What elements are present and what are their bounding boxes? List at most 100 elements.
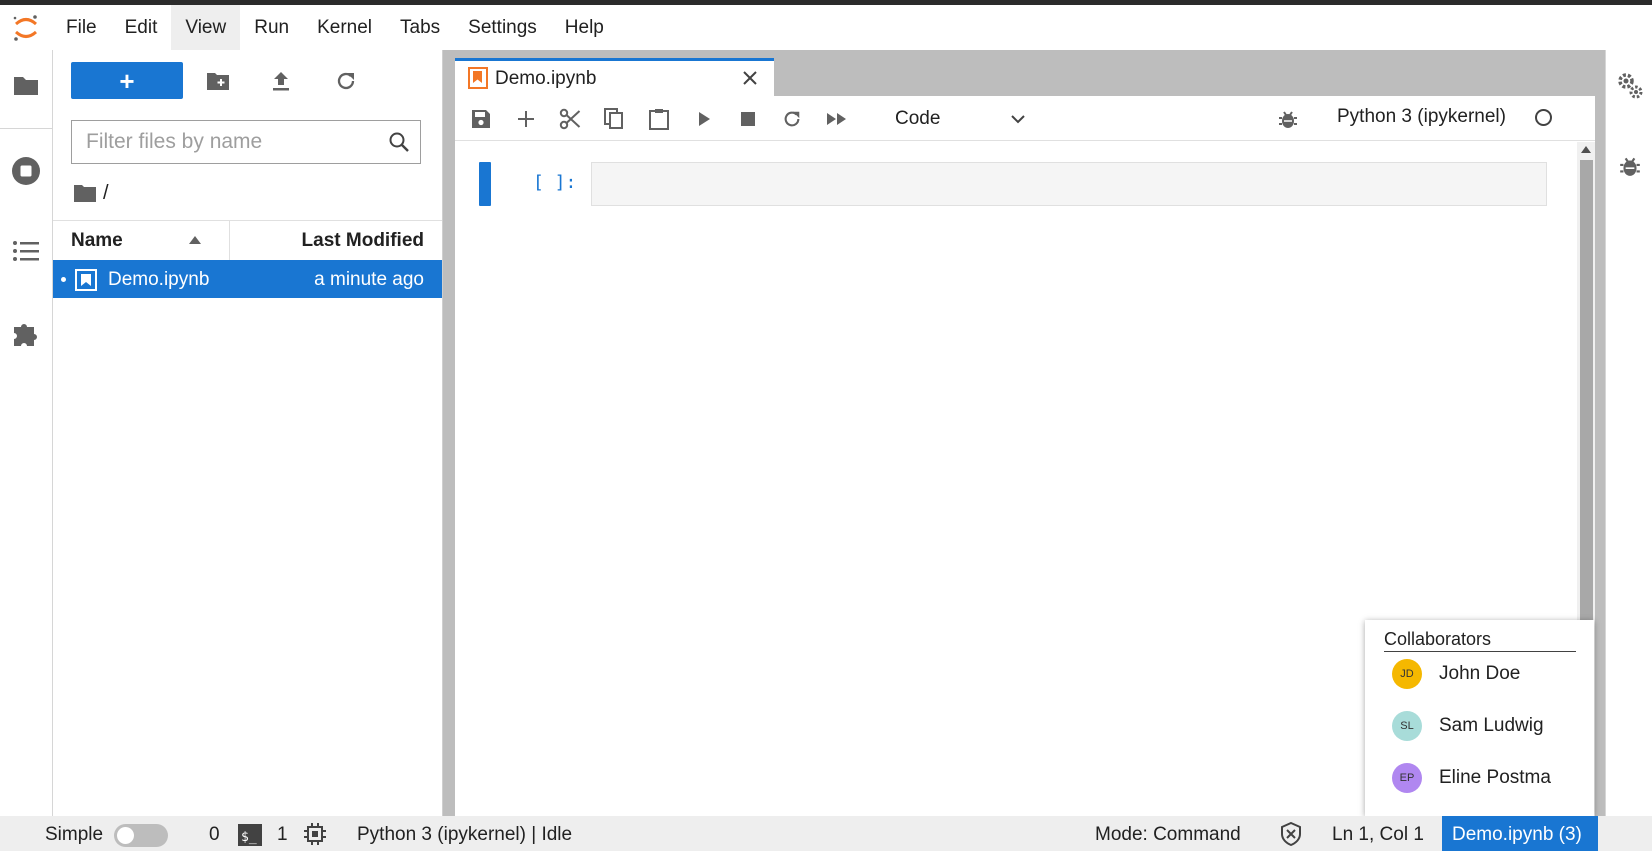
file-filter-input[interactable] [72, 129, 388, 155]
kernel-name[interactable]: Python 3 (ipykernel) [1337, 106, 1506, 128]
notebook-file-icon [468, 67, 488, 89]
running-indicator-icon [61, 277, 66, 282]
notebook-mode: Mode: Command [1095, 824, 1241, 845]
save-button[interactable] [464, 102, 498, 136]
cursor-position[interactable]: Ln 1, Col 1 [1332, 824, 1424, 846]
debugger-button[interactable] [1271, 102, 1305, 136]
new-launcher-button[interactable]: + [71, 62, 183, 99]
collaborator-name: Eline Postma [1439, 767, 1551, 788]
name-column-header[interactable]: Name [71, 230, 123, 252]
scroll-up-icon[interactable] [1581, 146, 1591, 153]
copy-cell-button[interactable] [597, 102, 631, 136]
puzzle-icon [14, 324, 37, 346]
jupyter-logo-icon [0, 5, 52, 50]
last-modified-column-header[interactable]: Last Modified [302, 230, 424, 252]
right-activity-bar [1605, 50, 1652, 816]
collaborator-item[interactable]: EP Eline Postma [1392, 761, 1551, 795]
restart-run-all-button[interactable] [820, 102, 854, 136]
simple-mode-label: Simple [45, 824, 104, 845]
menu-help[interactable]: Help [551, 5, 618, 50]
cut-icon [559, 108, 581, 130]
file-modified: a minute ago [314, 269, 424, 290]
upload-button[interactable] [264, 64, 298, 98]
run-cell-button[interactable] [687, 102, 721, 136]
bug-icon [1279, 111, 1297, 128]
chip-icon[interactable] [304, 823, 326, 845]
kernel-count[interactable]: 1 [277, 824, 288, 846]
folder-icon[interactable] [73, 183, 97, 203]
svg-text:$_: $_ [241, 830, 257, 845]
notebook-toolbar: Code Python 3 (ipykernel) [455, 96, 1595, 141]
refresh-icon [337, 72, 355, 90]
file-browser-panel: + / Name Last Modified Demo.ipynb a minu… [53, 50, 443, 816]
file-list-header: Name Last Modified [53, 220, 442, 262]
refresh-button[interactable] [329, 64, 363, 98]
running-sessions-tab[interactable] [0, 136, 52, 206]
folder-icon [14, 77, 38, 95]
menu-bar: File Edit View Run Kernel Tabs Settings … [0, 5, 1652, 50]
collaborator-name: John Doe [1439, 663, 1521, 684]
file-browser-toolbar: + [53, 50, 442, 112]
avatar: JD [1392, 659, 1422, 689]
add-icon [518, 111, 534, 127]
stop-icon [741, 112, 755, 126]
menu-view[interactable]: View [171, 5, 241, 50]
new-folder-button[interactable] [201, 64, 235, 98]
cell-type-value: Code [895, 108, 941, 129]
collaborators-popup: Collaborators JD John Doe SL Sam Ludwig … [1365, 620, 1594, 816]
menu-tabs[interactable]: Tabs [386, 5, 454, 50]
breadcrumb: / [73, 178, 109, 208]
menu-kernel[interactable]: Kernel [303, 5, 386, 50]
kernel-status-text[interactable]: Python 3 (ipykernel) | Idle [357, 824, 572, 846]
cell-prompt: [ ]: [533, 172, 577, 193]
shield-icon[interactable] [1280, 822, 1302, 846]
tab-demo-notebook[interactable]: Demo.ipynb [455, 58, 774, 96]
file-filter-box [71, 120, 421, 164]
restart-kernel-button[interactable] [775, 102, 809, 136]
file-list-item[interactable]: Demo.ipynb a minute ago [53, 260, 442, 298]
cell-type-dropdown[interactable]: Code [895, 106, 1025, 132]
breadcrumb-root[interactable]: / [103, 182, 109, 205]
notebook-file-icon [75, 269, 97, 291]
collaborator-item[interactable]: SL Sam Ludwig [1392, 709, 1544, 743]
gears-icon [1617, 73, 1642, 99]
search-icon [389, 132, 409, 152]
paste-cell-button[interactable] [642, 102, 676, 136]
column-divider[interactable] [229, 221, 230, 261]
terminal-icon[interactable]: $_ [238, 824, 262, 846]
file-browser-tab[interactable] [0, 50, 52, 120]
simple-mode-toggle[interactable] [114, 824, 168, 847]
toggle-knob [117, 827, 134, 844]
property-inspector-tab[interactable] [1606, 64, 1652, 108]
terminal-count[interactable]: 0 [209, 824, 220, 846]
debugger-tab[interactable] [1606, 144, 1652, 188]
new-folder-icon [207, 73, 229, 90]
menu-file[interactable]: File [52, 5, 111, 50]
active-document-label: Demo.ipynb (3) [1452, 824, 1582, 845]
menu-edit[interactable]: Edit [111, 5, 172, 50]
code-cell-input[interactable] [591, 162, 1547, 206]
chevron-down-icon [1011, 115, 1025, 124]
insert-cell-button[interactable] [509, 102, 543, 136]
list-icon [13, 241, 39, 261]
fast-forward-icon [827, 113, 846, 125]
cut-cell-button[interactable] [553, 102, 587, 136]
plus-icon: + [119, 65, 135, 96]
table-of-contents-tab[interactable] [0, 216, 52, 286]
kernel-idle-indicator [1535, 109, 1552, 126]
menu-run[interactable]: Run [240, 5, 303, 50]
paste-icon [649, 109, 669, 130]
play-icon [699, 112, 710, 126]
upload-icon [273, 72, 289, 91]
close-icon[interactable] [740, 68, 760, 88]
status-bar: Simple 0 $_ 1 Python 3 (ipykernel) | Idl… [0, 816, 1652, 851]
interrupt-kernel-button[interactable] [731, 102, 765, 136]
active-document-indicator[interactable]: Demo.ipynb (3) [1442, 816, 1598, 851]
active-cell-marker[interactable] [479, 162, 491, 206]
bug-icon [1619, 157, 1640, 176]
file-name: Demo.ipynb [108, 269, 210, 290]
menu-settings[interactable]: Settings [454, 5, 551, 50]
avatar: SL [1392, 711, 1422, 741]
extension-manager-tab[interactable] [0, 298, 52, 368]
collaborator-item[interactable]: JD John Doe [1392, 657, 1520, 691]
